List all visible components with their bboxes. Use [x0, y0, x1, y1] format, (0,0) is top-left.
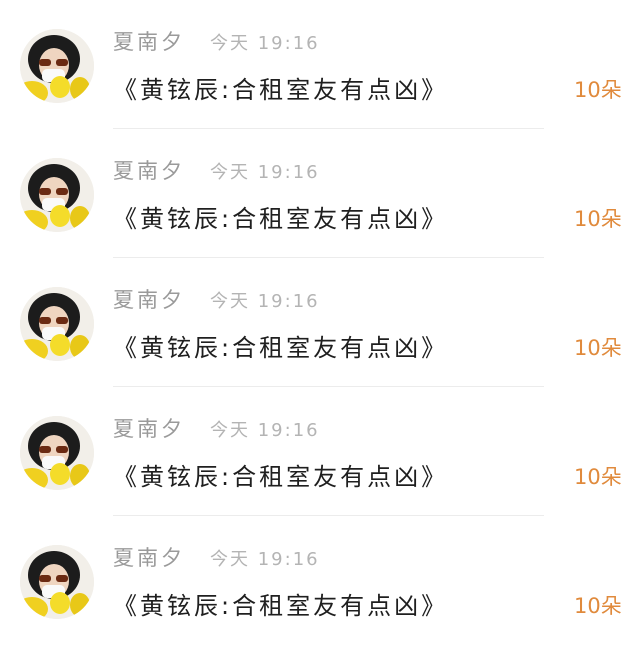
user-name[interactable]: 夏南夕 — [113, 155, 185, 185]
user-name[interactable]: 夏南夕 — [113, 284, 185, 314]
timestamp: 今天 19:16 — [210, 549, 320, 570]
comment-text: 《黄铉辰:合租室友有点凶》 — [113, 592, 449, 620]
user-name[interactable]: 夏南夕 — [113, 413, 185, 443]
reward-count: 10朵 — [574, 78, 622, 102]
reward-count: 10朵 — [574, 594, 622, 618]
avatar[interactable] — [20, 545, 94, 619]
timestamp: 今天 19:16 — [210, 420, 320, 441]
timestamp: 今天 19:16 — [210, 162, 320, 183]
comment-text: 《黄铉辰:合租室友有点凶》 — [113, 463, 449, 491]
reward-count: 10朵 — [574, 465, 622, 489]
reward-count: 10朵 — [574, 336, 622, 360]
comment-list: 夏南夕 今天 19:16 《黄铉辰:合租室友有点凶》 10朵 夏南夕 今天 19… — [0, 0, 640, 643]
avatar[interactable] — [20, 158, 94, 232]
timestamp: 今天 19:16 — [210, 291, 320, 312]
user-name[interactable]: 夏南夕 — [113, 26, 185, 56]
comment-item[interactable]: 夏南夕 今天 19:16 《黄铉辰:合租室友有点凶》 10朵 — [0, 387, 640, 516]
comment-text: 《黄铉辰:合租室友有点凶》 — [113, 334, 449, 362]
user-name[interactable]: 夏南夕 — [113, 542, 185, 572]
avatar[interactable] — [20, 29, 94, 103]
avatar[interactable] — [20, 416, 94, 490]
reward-count: 10朵 — [574, 207, 622, 231]
comment-item[interactable]: 夏南夕 今天 19:16 《黄铉辰:合租室友有点凶》 10朵 — [0, 516, 640, 645]
comment-text: 《黄铉辰:合租室友有点凶》 — [113, 205, 449, 233]
comment-item[interactable]: 夏南夕 今天 19:16 《黄铉辰:合租室友有点凶》 10朵 — [0, 129, 640, 258]
comment-item[interactable]: 夏南夕 今天 19:16 《黄铉辰:合租室友有点凶》 10朵 — [0, 0, 640, 129]
timestamp: 今天 19:16 — [210, 33, 320, 54]
comment-text: 《黄铉辰:合租室友有点凶》 — [113, 76, 449, 104]
avatar[interactable] — [20, 287, 94, 361]
comment-item[interactable]: 夏南夕 今天 19:16 《黄铉辰:合租室友有点凶》 10朵 — [0, 258, 640, 387]
